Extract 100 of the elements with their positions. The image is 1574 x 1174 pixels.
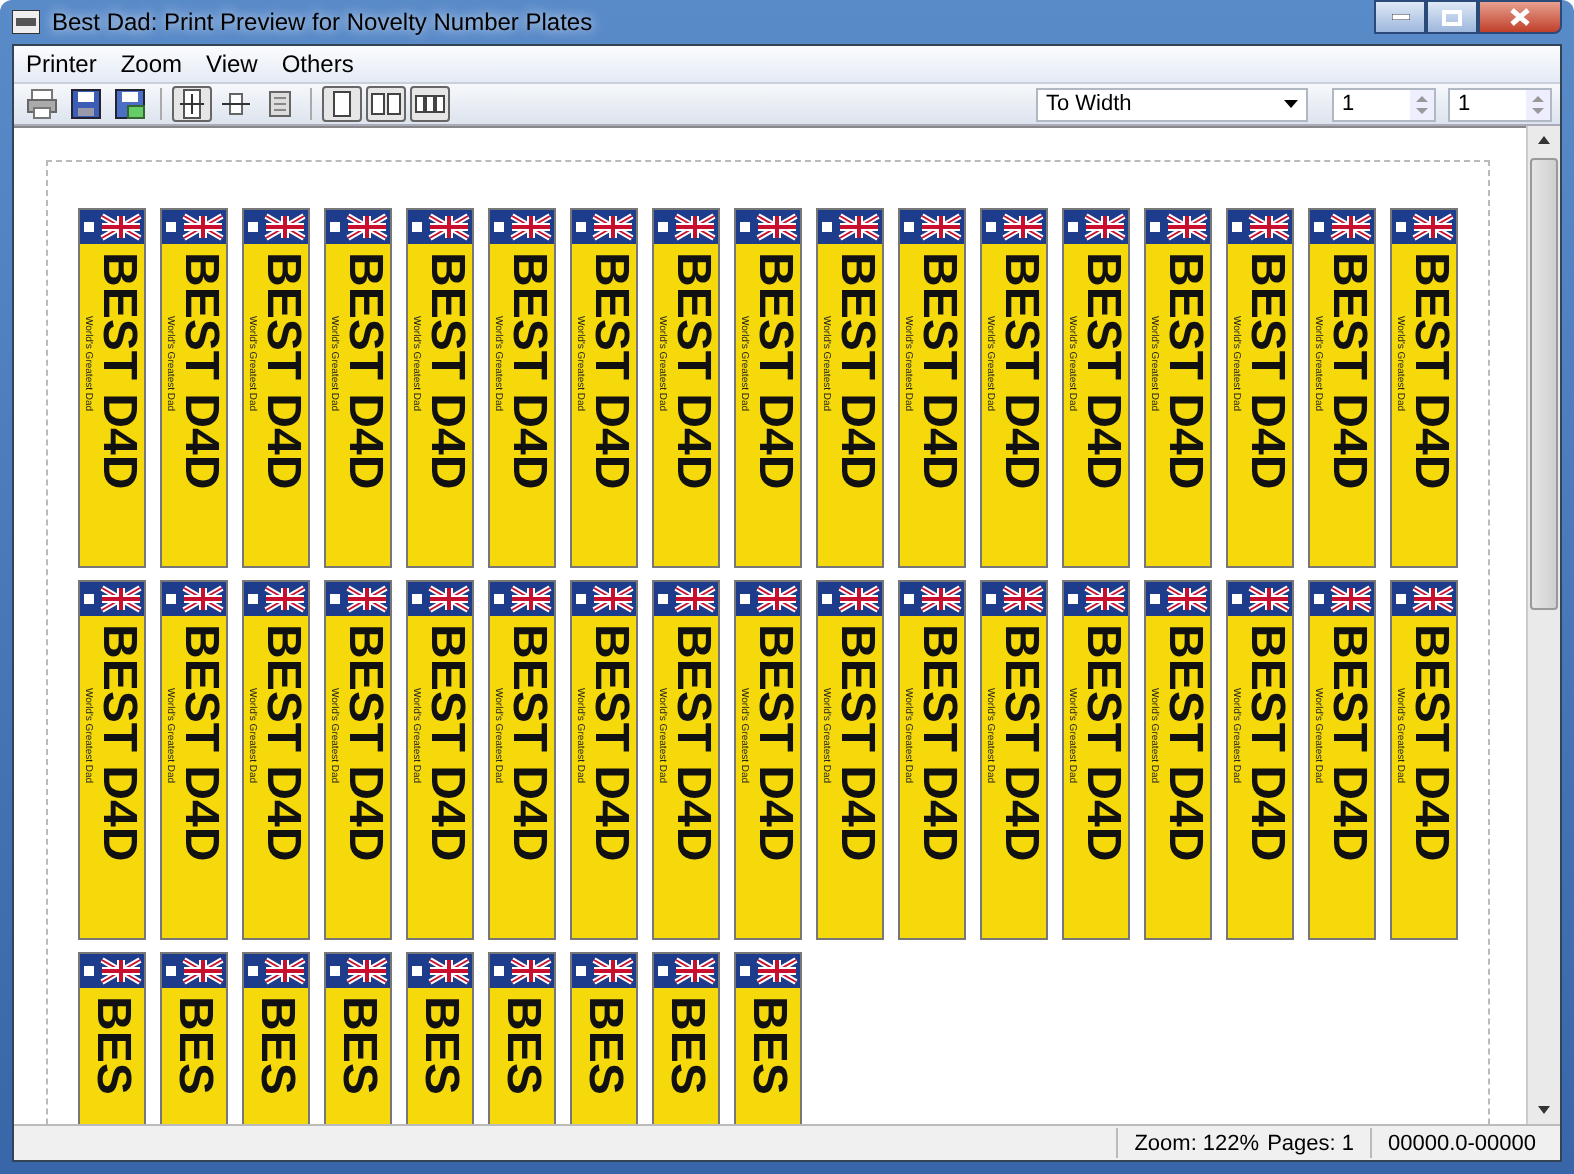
- pages-status: Pages: 1: [1267, 1131, 1354, 1155]
- uk-flag-icon: [326, 582, 390, 616]
- minimize-button[interactable]: [1374, 0, 1426, 34]
- uk-flag-icon: [572, 582, 636, 616]
- uk-flag-icon: [80, 210, 144, 244]
- window-title: Best Dad: Print Preview for Novelty Number Plates: [52, 8, 595, 36]
- plate-text: BES: [170, 996, 218, 1099]
- plate-text: BEST D4D: [1406, 624, 1454, 866]
- page-lines-icon: [264, 88, 296, 120]
- plate-text: BEST D4D: [176, 624, 224, 866]
- uk-flag-icon: [408, 582, 472, 616]
- page-spinner[interactable]: 1: [1448, 87, 1552, 121]
- uk-flag-icon: [408, 954, 472, 988]
- uk-flag-icon: [818, 582, 882, 616]
- uk-flag-icon: [1146, 582, 1210, 616]
- uk-flag-icon: [80, 954, 144, 988]
- plate-text: BEST D4D: [1160, 624, 1208, 866]
- plate-text: BEST D4D: [504, 624, 552, 866]
- uk-flag-icon: [1392, 210, 1456, 244]
- plate-text: BEST D4D: [1078, 624, 1126, 866]
- plate-text: BEST D4D: [1242, 624, 1290, 866]
- plate-text: BEST D4D: [1160, 252, 1208, 494]
- uk-flag-icon: [654, 210, 718, 244]
- plate-text: BEST D4D: [1406, 252, 1454, 494]
- uk-flag-icon: [1392, 582, 1456, 616]
- vertical-scrollbar[interactable]: [1526, 126, 1560, 1124]
- plate-text: BES: [252, 996, 300, 1099]
- plate-text: BEST D4D: [586, 624, 634, 866]
- caret-icon: [1284, 100, 1298, 108]
- plate-text: BEST D4D: [750, 624, 798, 866]
- uk-flag-icon: [1146, 210, 1210, 244]
- toolbar-button[interactable]: [172, 86, 212, 122]
- uk-flag-icon: [1310, 210, 1374, 244]
- menu-item[interactable]: Others: [269, 50, 366, 78]
- uk-flag-icon: [736, 582, 800, 616]
- uk-flag-icon: [1064, 210, 1128, 244]
- uk-flag-icon: [572, 210, 636, 244]
- uk-flag-icon: [490, 954, 554, 988]
- toolbar-button[interactable]: [66, 86, 106, 122]
- plate-text: BES: [88, 996, 136, 1099]
- maximize-icon: [1442, 9, 1462, 25]
- uk-flag-icon: [244, 954, 308, 988]
- uk-flag-icon: [1064, 582, 1128, 616]
- uk-flag-icon: [244, 210, 308, 244]
- toolbar-button[interactable]: [110, 86, 150, 122]
- toolbar-button[interactable]: [410, 86, 450, 122]
- plate-text: BEST D4D: [668, 624, 716, 866]
- uk-flag-icon: [736, 210, 800, 244]
- plate-text: BEST D4D: [668, 252, 716, 494]
- uk-flag-icon: [654, 582, 718, 616]
- plate-text: BEST D4D: [422, 252, 470, 494]
- maximize-button[interactable]: [1426, 0, 1478, 34]
- plate-text: BEST D4D: [258, 252, 306, 494]
- zoom-dropdown[interactable]: To Width: [1036, 87, 1308, 121]
- plate-text: BEST D4D: [832, 252, 880, 494]
- plate-text: BEST D4D: [996, 252, 1044, 494]
- close-icon: [1510, 8, 1530, 26]
- menu-item[interactable]: View: [194, 50, 270, 78]
- uk-flag-icon: [982, 210, 1046, 244]
- uk-flag-icon: [326, 210, 390, 244]
- uk-flag-icon: [490, 210, 554, 244]
- uk-flag-icon: [1228, 582, 1292, 616]
- spinner-arrows-icon: [1526, 89, 1550, 119]
- uk-flag-icon: [80, 582, 144, 616]
- plate-text: BEST D4D: [1078, 252, 1126, 494]
- page-spinner[interactable]: 1: [1332, 87, 1436, 121]
- plate-text: BES: [744, 996, 792, 1099]
- uk-flag-icon: [736, 954, 800, 988]
- plate-text: BEST D4D: [340, 624, 388, 866]
- plate-text: BEST D4D: [504, 252, 552, 494]
- two-pages-icon: [370, 88, 402, 120]
- plate-text: BEST D4D: [422, 624, 470, 866]
- coordinates-status: 00000.0-00000: [1388, 1131, 1537, 1155]
- uk-flag-icon: [900, 210, 964, 244]
- plate-text: BEST D4D: [914, 624, 962, 866]
- plate-text: BEST D4D: [832, 624, 880, 866]
- spinner-arrows-icon: [1410, 89, 1434, 119]
- toolbar-button[interactable]: [322, 86, 362, 122]
- plate-text: BEST D4D: [94, 624, 142, 866]
- uk-flag-icon: [162, 954, 226, 988]
- uk-flag-icon: [244, 582, 308, 616]
- uk-flag-icon: [900, 582, 964, 616]
- plate-text: BES: [416, 996, 464, 1099]
- plate-text: BEST D4D: [1324, 252, 1372, 494]
- uk-flag-icon: [326, 954, 390, 988]
- plate-text: BEST D4D: [1242, 252, 1290, 494]
- plate-text: BES: [498, 996, 546, 1099]
- uk-flag-icon: [982, 582, 1046, 616]
- app-icon: [12, 10, 40, 34]
- plate-text: BEST D4D: [996, 624, 1044, 866]
- toolbar-button[interactable]: [366, 86, 406, 122]
- close-button[interactable]: [1478, 0, 1562, 34]
- uk-flag-icon: [162, 210, 226, 244]
- uk-flag-icon: [572, 954, 636, 988]
- plate-text: BEST D4D: [176, 252, 224, 494]
- menu-item[interactable]: Printer: [14, 50, 109, 78]
- plate-text: BEST D4D: [340, 252, 388, 494]
- uk-flag-icon: [490, 582, 554, 616]
- menu-item[interactable]: Zoom: [108, 50, 195, 78]
- uk-flag-icon: [654, 954, 718, 988]
